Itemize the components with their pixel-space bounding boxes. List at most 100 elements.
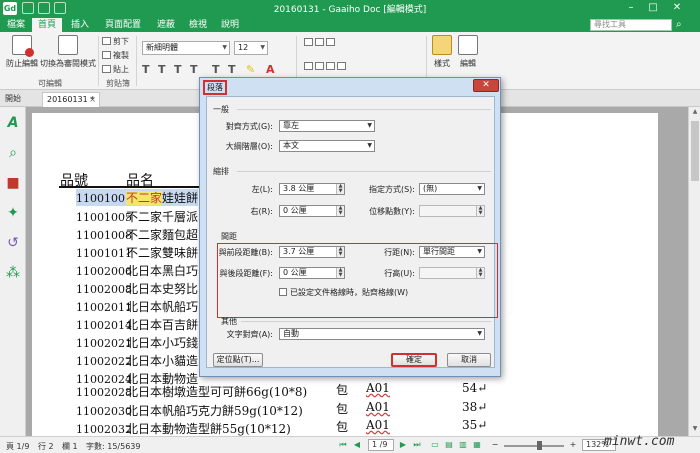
document-tab[interactable]: 20160131 * ×: [42, 92, 100, 107]
offset-input[interactable]: ▲ ▼: [419, 205, 485, 217]
spinner-icon[interactable]: ▲ ▼: [336, 247, 344, 257]
tab-stops-button[interactable]: 定位點(T)...: [213, 353, 263, 367]
subscript-icon[interactable]: T: [228, 63, 236, 76]
tab-file[interactable]: 檔案: [2, 18, 30, 32]
space-after-input[interactable]: 0 公厘 ▲ ▼: [279, 267, 345, 279]
underline-icon[interactable]: T: [174, 63, 182, 76]
right-indent-input[interactable]: 0 公厘 ▲ ▼: [279, 205, 345, 217]
bullets-icon[interactable]: [304, 38, 337, 47]
first-page-icon[interactable]: ⏮: [338, 440, 348, 450]
tab-help[interactable]: 說明: [216, 18, 244, 32]
continuous-icon[interactable]: ▤: [444, 440, 454, 450]
vertical-scrollbar[interactable]: ▲ ▼: [688, 107, 700, 436]
table-row[interactable]: 11001001不二家娃娃餅: [76, 189, 199, 206]
search-icon[interactable]: ⌕: [676, 19, 688, 31]
item-code: 11002022: [76, 355, 132, 368]
zoom-in-icon[interactable]: +: [568, 440, 578, 450]
table-row[interactable]: 11001011不二家雙味餅: [76, 244, 198, 261]
font-color-icon[interactable]: A: [266, 63, 275, 76]
special-select[interactable]: (無) ▼: [419, 183, 485, 195]
tab-insert[interactable]: 插入: [66, 18, 94, 32]
highlighted-text: 不二家: [126, 191, 163, 205]
magic-wand-icon[interactable]: ✦: [5, 205, 21, 221]
text-tool-icon[interactable]: A: [5, 115, 21, 131]
tab-home[interactable]: 首頁: [32, 18, 62, 32]
font-name-select[interactable]: 新細明體 ▼: [142, 41, 230, 55]
next-page-icon[interactable]: ▶: [398, 440, 408, 450]
dialog-close-button[interactable]: ✕: [473, 79, 499, 92]
restrict-edit-icon: [12, 35, 34, 57]
last-page-icon[interactable]: ⏭: [412, 440, 422, 450]
table-row[interactable]: 11002014北日本百吉餅: [76, 316, 198, 333]
facing-icon[interactable]: ▥: [458, 440, 468, 450]
italic-icon[interactable]: T: [158, 63, 166, 76]
tab-page-layout[interactable]: 頁面配置: [98, 18, 148, 32]
table-row[interactable]: 11002028北日本樹墩造型可可餅66g(10*8): [76, 383, 307, 400]
paste-button[interactable]: 貼上: [102, 64, 129, 75]
cancel-button[interactable]: 取消: [447, 353, 491, 367]
restrict-edit-button[interactable]: 防止編輯: [4, 35, 40, 69]
scrollbar-thumb[interactable]: [691, 121, 699, 181]
style-label: 樣式: [434, 59, 450, 68]
tab-redact[interactable]: 遮蔽: [152, 18, 180, 32]
superscript-icon[interactable]: T: [212, 63, 220, 76]
hierarchy-icon[interactable]: ⁂: [5, 265, 21, 281]
snap-grid-checkbox[interactable]: 已設定文件格線時，貼齊格線(W): [279, 287, 408, 298]
copy-button[interactable]: 複製: [102, 50, 129, 61]
table-row[interactable]: 11002030北日本帆船巧克力餅59g(10*12): [76, 402, 303, 419]
scroll-down-icon[interactable]: ▼: [689, 425, 700, 435]
section-divider: [237, 171, 491, 172]
cut-button[interactable]: 剪下: [102, 36, 129, 47]
table-row[interactable]: 11002006北日本黑白巧: [76, 262, 198, 279]
spinner-icon[interactable]: ▲ ▼: [476, 268, 484, 278]
table-row[interactable]: 11002021北日本小巧錢: [76, 334, 198, 351]
table-row[interactable]: 11001005不二家千層派: [76, 208, 198, 225]
close-tab-icon[interactable]: ×: [89, 93, 96, 106]
spinner-icon[interactable]: ▲ ▼: [336, 206, 344, 216]
left-indent-input[interactable]: 3.8 公厘 ▲ ▼: [279, 183, 345, 195]
item-code: 11002021: [76, 337, 132, 350]
scroll-up-icon[interactable]: ▲: [689, 108, 700, 118]
history-icon[interactable]: ↺: [5, 235, 21, 251]
page-input[interactable]: 1 /9: [368, 439, 394, 451]
close-icon[interactable]: ✕: [670, 2, 684, 14]
maximize-icon[interactable]: □: [646, 2, 660, 14]
single-page-icon[interactable]: ▭: [430, 440, 440, 450]
spinner-icon[interactable]: ▲ ▼: [336, 184, 344, 194]
highlight-color-icon[interactable]: ✎: [246, 63, 255, 76]
zoom-slider-knob[interactable]: [537, 441, 542, 450]
shape-icon[interactable]: ■: [5, 175, 21, 191]
spinner-icon[interactable]: ▲ ▼: [336, 268, 344, 278]
line-height-input[interactable]: ▲ ▼: [419, 267, 485, 279]
table-row[interactable]: 11002032北日本動物造型餅55g(10*12): [76, 420, 291, 436]
table-row[interactable]: 11002008北日本史努比: [76, 280, 198, 297]
start-label[interactable]: 開始: [5, 93, 21, 104]
style-button[interactable]: 樣式: [430, 35, 454, 69]
ok-button[interactable]: 確定: [391, 353, 437, 367]
prev-page-icon[interactable]: ◀: [352, 440, 362, 450]
font-size-select[interactable]: 12 ▼: [234, 41, 268, 55]
edit-button[interactable]: 編輯: [456, 35, 480, 69]
zoom-slider[interactable]: [504, 445, 564, 447]
table-row[interactable]: 11002011北日本帆船巧: [76, 298, 198, 315]
table-row[interactable]: 11001008不二家麵包超: [76, 226, 198, 243]
search-input[interactable]: 尋找工具: [590, 19, 672, 31]
spinner-icon[interactable]: ▲ ▼: [476, 206, 484, 216]
search-doc-icon[interactable]: ⌕: [5, 145, 21, 161]
space-before-input[interactable]: 3.7 公厘 ▲ ▼: [279, 246, 345, 258]
align-select[interactable]: 靠左 ▼: [279, 120, 375, 132]
cover-icon[interactable]: ▦: [472, 440, 482, 450]
bold-icon[interactable]: T: [142, 63, 150, 76]
outline-select[interactable]: 本文 ▼: [279, 140, 375, 152]
tab-view[interactable]: 檢視: [184, 18, 212, 32]
zoom-out-icon[interactable]: −: [490, 440, 500, 450]
table-row[interactable]: 11002022北日本小貓造: [76, 352, 198, 369]
minimize-icon[interactable]: –: [624, 2, 638, 14]
item-code: 11002011: [76, 301, 132, 314]
text-align-select[interactable]: 自動 ▼: [279, 328, 485, 340]
line-spacing-select[interactable]: 單行間距 ▼: [419, 246, 485, 258]
align-icons[interactable]: [304, 62, 348, 71]
checkbox-icon[interactable]: [279, 288, 287, 296]
strike-icon[interactable]: T: [190, 63, 198, 76]
switch-review-button[interactable]: 切換為審閱模式: [40, 35, 96, 69]
